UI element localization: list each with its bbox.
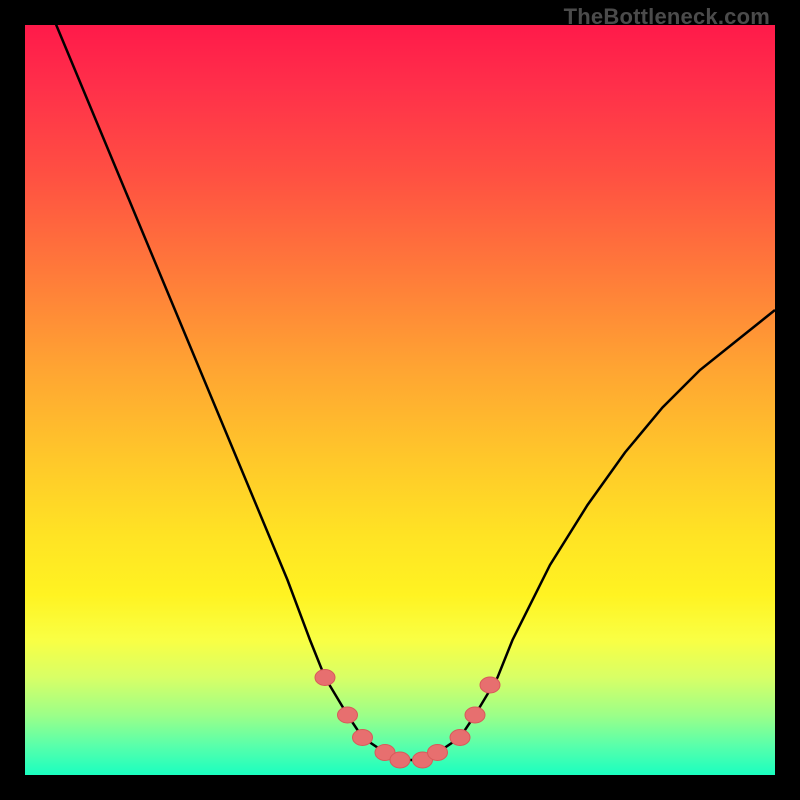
highlight-dot [428,745,448,761]
highlight-dot [450,730,470,746]
bottleneck-curve [25,25,775,760]
highlight-dot [338,707,358,723]
plot-area [25,25,775,775]
highlight-dots [315,670,500,769]
highlight-dot [480,677,500,693]
highlight-dot [390,752,410,768]
curve-svg [25,25,775,775]
highlight-dot [315,670,335,686]
chart-frame: TheBottleneck.com [0,0,800,800]
highlight-dot [353,730,373,746]
highlight-dot [465,707,485,723]
